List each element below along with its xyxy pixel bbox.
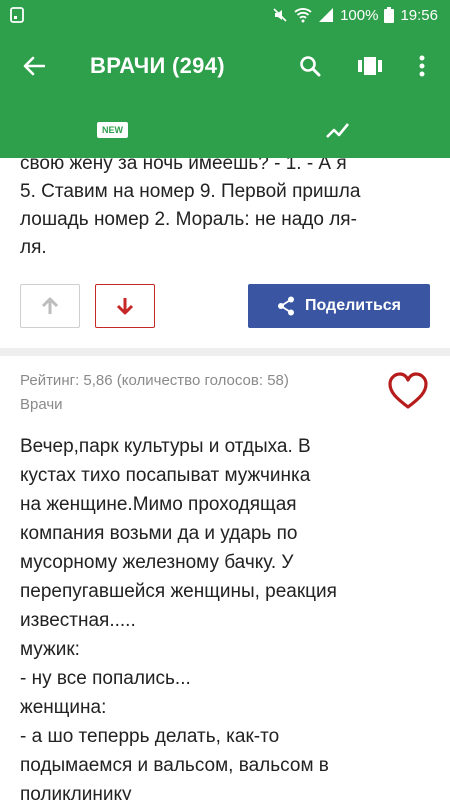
status-bar: 100% 19:56	[0, 0, 450, 30]
battery-icon	[384, 7, 395, 23]
post-text-line: Вечер,парк культуры и отдыха. В	[20, 436, 311, 457]
post-rating: Рейтинг: 5,86 (количество голосов: 58)	[20, 372, 289, 389]
view-carousel-icon	[358, 57, 382, 75]
clock: 19:56	[400, 6, 438, 24]
post-text-line: компания возьми да и ударь по	[20, 523, 298, 544]
share-button[interactable]: Поделиться	[248, 284, 430, 328]
search-button[interactable]	[290, 46, 330, 86]
arrow-down-icon	[116, 298, 134, 315]
heart-icon	[388, 372, 428, 409]
post-text-line: - ну все попались...	[20, 668, 191, 689]
favorite-button[interactable]	[386, 370, 430, 414]
post-text-line: поликлинику	[20, 784, 132, 800]
more-options-button[interactable]	[402, 46, 442, 86]
more-vert-icon	[419, 55, 425, 77]
post-text-line: ля.	[20, 237, 47, 258]
post-text-line: перепугавшейся женщины, реакция	[20, 581, 337, 602]
downvote-button[interactable]	[95, 284, 155, 328]
arrow-back-icon	[23, 56, 45, 76]
tab-bar: NEW	[0, 102, 450, 158]
app-bar: ВРАЧИ (294)	[0, 30, 450, 102]
tab-new[interactable]: NEW	[0, 102, 225, 158]
page-title: ВРАЧИ (294)	[90, 53, 225, 78]
post-divider	[0, 348, 450, 356]
post-category[interactable]: Врачи	[20, 396, 63, 413]
post-text-line: известная.....	[20, 610, 136, 631]
signal-icon	[318, 7, 334, 23]
upvote-button[interactable]	[20, 284, 80, 328]
tab-trending[interactable]	[225, 102, 450, 158]
feed[interactable]: свою жену за ночь имеешь? - 1. - А я 5. …	[0, 158, 450, 800]
post-text-line: свою жену за ночь имеешь? - 1. - А я	[20, 158, 347, 174]
status-icons: 100% 19:56	[272, 0, 438, 30]
wifi-icon	[294, 7, 312, 23]
battery-percent: 100%	[340, 6, 379, 24]
search-icon	[300, 56, 321, 77]
post-text-line: мусорному железному бачку. У	[20, 552, 294, 573]
post-text: Вечер,парк культуры и отдыха. В кустах т…	[20, 432, 435, 800]
post-text-line: 5. Ставим на номер 9. Первой пришла	[20, 181, 361, 202]
new-icon: NEW	[97, 122, 128, 138]
post-text-line: кустах тихо посапыват мужчинка	[20, 465, 311, 486]
post-text-line: подымаемся и вальсом, вальсом в	[20, 755, 329, 776]
share-icon	[277, 296, 294, 316]
arrow-up-icon	[41, 297, 59, 314]
back-button[interactable]	[14, 46, 54, 86]
post-text-line: на женщине.Мимо проходящая	[20, 494, 297, 515]
post-text-line: мужик:	[20, 639, 80, 660]
notification-icon	[10, 7, 24, 23]
share-button-label: Поделиться	[304, 297, 402, 314]
post-text: свою жену за ночь имеешь? - 1. - А я 5. …	[20, 158, 435, 262]
trending-up-icon	[325, 123, 349, 138]
post-text-line: женщина:	[20, 697, 107, 718]
post-text-line: - а шо теперрь делать, как-то	[20, 726, 280, 747]
card-view-button[interactable]	[350, 46, 390, 86]
post-text-line: лошадь номер 2. Мораль: не надо ля-	[20, 209, 357, 230]
mute-icon	[272, 7, 288, 23]
